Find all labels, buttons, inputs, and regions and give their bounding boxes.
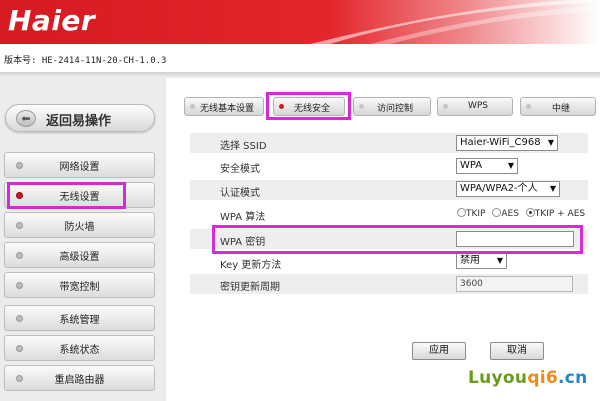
highlight-box-wireless-security-tab (266, 92, 351, 120)
sidebar-item-system-status[interactable]: 系统状态 (4, 335, 155, 361)
sidebar-item-label: 防火墙 (64, 222, 95, 233)
sidebar-item-label: 重启路由器 (54, 375, 105, 386)
tab-wps[interactable]: WPS (437, 97, 513, 116)
auth-mode-value: WPA/WPA2-个人 (460, 183, 538, 194)
sidebar-item-network-settings[interactable]: 网络设置 (4, 152, 155, 178)
header-swoosh-decoration (310, 0, 600, 44)
sidebar-item-label: 系统管理 (59, 315, 100, 326)
radio-aes[interactable]: AES (492, 208, 519, 219)
back-to-easy-mode-button[interactable]: ⬅ 返回易操作 (5, 104, 155, 132)
chevron-down-icon: ▼ (549, 184, 556, 193)
auth-mode-select[interactable]: WPA/WPA2-个人 ▼ (456, 181, 560, 197)
radio-tkip-aes[interactable]: TKIP + AES (525, 208, 585, 219)
sidebar-item-label: 高级设置 (59, 252, 100, 263)
key-update-method-select[interactable]: 禁用 ▼ (456, 253, 507, 269)
haier-logo: Haier (8, 4, 96, 37)
site-watermark: Luyouqi6.cn (468, 368, 588, 388)
row-security-mode: 安全模式 (190, 156, 588, 176)
tab-label: 中继 (551, 104, 570, 114)
radio-icon (525, 208, 535, 217)
security-mode-select[interactable]: WPA ▼ (456, 158, 518, 174)
security-mode-label: 安全模式 (220, 164, 260, 175)
row-key-update-method: Key 更新方法 (190, 252, 588, 272)
sidebar-item-label: 带宽控制 (59, 282, 100, 293)
sidebar-item-firewall[interactable]: 防火墙 (4, 212, 155, 238)
sidebar-item-label: 系统状态 (59, 345, 100, 356)
ssid-label: 选择 SSID (220, 141, 267, 152)
firmware-version: 版本号: HE-2414-11N-20-CH-1.0.3 (4, 56, 167, 66)
tab-label: 访问控制 (376, 104, 413, 114)
auth-mode-label: 认证模式 (220, 188, 260, 199)
key-update-period-label: 密钥更新周期 (220, 282, 280, 293)
chevron-down-icon: ▼ (507, 161, 514, 170)
security-mode-value: WPA (460, 160, 483, 171)
wpa-algorithm-radio-group: TKIP AES TKIP + AES (457, 208, 589, 219)
sidebar-item-bandwidth-control[interactable]: 带宽控制 (4, 272, 155, 298)
sidebar-item-label: 网络设置 (59, 162, 100, 173)
radio-tkip[interactable]: TKIP (457, 208, 485, 219)
ssid-value: Haier-WiFi_C968 (460, 137, 541, 148)
sidebar-item-reboot-router[interactable]: 重启路由器 (4, 365, 155, 391)
ssid-select[interactable]: Haier-WiFi_C968 ▼ (456, 135, 558, 151)
chevron-down-icon: ▼ (547, 138, 554, 147)
chevron-down-icon: ▼ (496, 256, 503, 265)
arrow-left-icon: ⬅ (16, 110, 36, 127)
key-update-period-input[interactable]: 3600 (456, 276, 573, 292)
key-update-method-label: Key 更新方法 (220, 260, 282, 271)
header-bar: Haier (0, 0, 600, 44)
tab-wireless-basic[interactable]: 无线基本设置 (184, 97, 264, 116)
back-button-label: 返回易操作 (46, 114, 112, 129)
radio-icon (492, 208, 502, 217)
tab-access-control[interactable]: 访问控制 (353, 97, 431, 116)
highlight-box-wireless-settings (7, 182, 126, 209)
sidebar-item-system-management[interactable]: 系统管理 (4, 305, 155, 331)
key-update-method-value: 禁用 (460, 255, 480, 266)
tab-label: 无线基本设置 (199, 104, 254, 114)
highlight-box-wpa-key (212, 225, 583, 254)
apply-button[interactable]: 应用 (412, 342, 466, 360)
tab-label: WPS (467, 101, 489, 111)
wpa-algorithm-label: WPA 算法 (220, 212, 266, 223)
tab-repeater[interactable]: 中继 (520, 97, 596, 116)
radio-icon (457, 208, 466, 217)
sidebar-item-advanced-settings[interactable]: 高级设置 (4, 242, 155, 268)
cancel-button[interactable]: 取消 (490, 342, 544, 360)
